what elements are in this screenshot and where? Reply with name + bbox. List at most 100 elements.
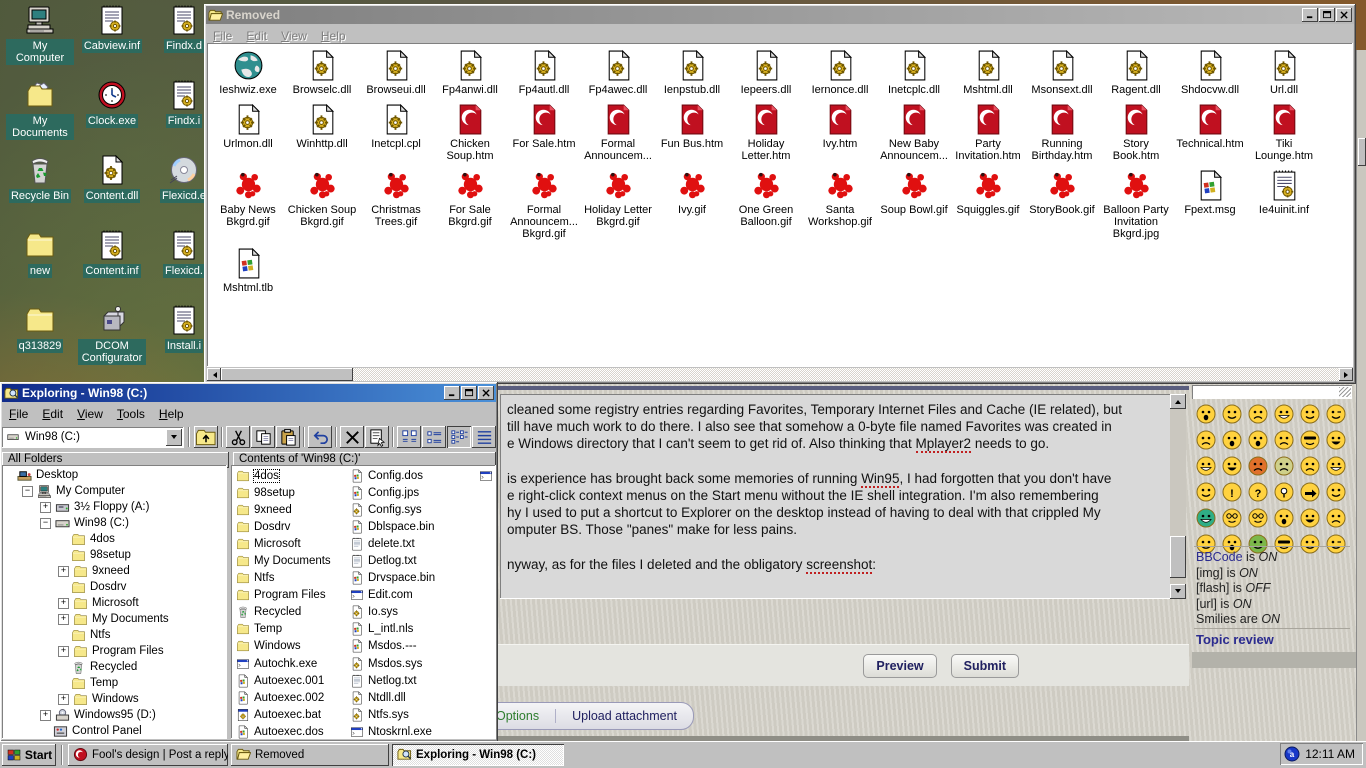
menu-file[interactable]: File (206, 28, 239, 44)
file-icon-item[interactable]: Shdocvw.dll (1173, 49, 1247, 96)
file-icon-item[interactable]: One Green Balloon.gif (729, 169, 803, 240)
list-item[interactable]: W98 (479, 467, 496, 484)
file-icon-item[interactable]: Soup Bowl.gif (877, 169, 951, 240)
scrollbar-thumb[interactable] (1358, 138, 1366, 166)
file-icon-item[interactable]: Holiday Letter Bkgrd.gif (581, 169, 655, 240)
list-item[interactable]: Windows (236, 638, 348, 655)
list-item[interactable]: L_intl.nls (350, 621, 476, 638)
close-button[interactable] (1336, 8, 1352, 22)
smiley-open[interactable] (1196, 404, 1216, 424)
list-item[interactable]: Ntoskrnl.exe (350, 723, 476, 739)
expand-toggle[interactable]: + (58, 694, 69, 705)
tree-item[interactable]: +Windows (2, 691, 227, 707)
desktop-icon[interactable]: My Computer (6, 4, 74, 65)
desktop-icon[interactable]: Cabview.inf (78, 4, 146, 53)
desktop-icon[interactable]: Clock.exe (78, 79, 146, 128)
smiley-smile[interactable] (1300, 534, 1320, 554)
smiley-open[interactable] (1248, 430, 1268, 450)
vlarge-button[interactable] (397, 426, 421, 448)
desktop-icon[interactable]: q313829 (6, 304, 74, 353)
list-item[interactable]: Dosdrv (236, 518, 348, 535)
list-item[interactable]: Config.sys (350, 501, 476, 518)
smiley-laugh[interactable] (1222, 456, 1242, 476)
file-icon-item[interactable]: Ienpstub.dll (655, 49, 729, 96)
start-button[interactable]: Start (2, 744, 56, 766)
scroll-up-button[interactable] (1170, 394, 1186, 409)
desktop-icon[interactable]: Content.dll (78, 154, 146, 203)
list-item[interactable]: Netlog.txt (350, 672, 476, 689)
cut-button[interactable] (226, 426, 250, 448)
task-button[interactable]: Fool's design | Post a reply... (68, 744, 228, 766)
smiley-smile[interactable] (1326, 482, 1346, 502)
list-item[interactable]: Ntfs.sys (350, 706, 476, 723)
file-icon-item[interactable]: Chicken Soup Bkgrd.gif (285, 169, 359, 240)
topic-review-link[interactable]: Topic review (1196, 632, 1274, 647)
file-icon-item[interactable]: Story Book.htm (1099, 103, 1173, 162)
file-icon-item[interactable]: Fun Bus.htm (655, 103, 729, 162)
file-icon-item[interactable]: Inetcplc.dll (877, 49, 951, 96)
file-icon-item[interactable]: Christmas Trees.gif (359, 169, 433, 240)
file-icon-item[interactable]: Holiday Letter.htm (729, 103, 803, 162)
file-icon-item[interactable]: Ieshwiz.exe (211, 49, 285, 96)
smiley-grin[interactable] (1196, 508, 1216, 528)
file-icon-item[interactable]: Baby News Bkgrd.gif (211, 169, 285, 240)
list-item[interactable]: Config.dos (350, 467, 476, 484)
tree-item[interactable]: Control Panel (2, 723, 227, 739)
minimize-button[interactable] (444, 386, 460, 400)
tree-item[interactable]: +3½ Floppy (A:) (2, 499, 227, 515)
message-textarea[interactable]: cleaned some registry entries regarding … (500, 394, 1186, 599)
preview-button[interactable]: Preview (863, 654, 936, 678)
file-icon-item[interactable]: Browselc.dll (285, 49, 359, 96)
tree-item[interactable]: 4dos (2, 531, 227, 547)
list-item[interactable]: Io.sys (350, 604, 476, 621)
file-icon-item[interactable]: Urlmon.dll (211, 103, 285, 162)
tab-upload-attachment[interactable]: Upload attachment (555, 709, 693, 723)
undo-button[interactable] (308, 426, 332, 448)
file-icon-item[interactable]: Mshtml.dll (951, 49, 1025, 96)
file-icon-item[interactable]: Msonsext.dll (1025, 49, 1099, 96)
list-item[interactable]: Autoexec.001 (236, 672, 348, 689)
list-item[interactable]: 9xneed (236, 501, 348, 518)
smiley-frown[interactable] (1248, 456, 1268, 476)
task-button[interactable]: Exploring - Win98 (C:) (392, 744, 564, 766)
expand-toggle[interactable]: + (40, 710, 51, 721)
expand-toggle[interactable]: + (58, 614, 69, 625)
desktop-icon[interactable]: Content.inf (78, 229, 146, 278)
list-item[interactable]: Drvspace.bin (350, 570, 476, 587)
smiley-grin[interactable] (1196, 456, 1216, 476)
scrollbar-track[interactable] (353, 368, 1339, 381)
task-button[interactable]: Removed (231, 744, 389, 766)
file-icon-item[interactable]: StoryBook.gif (1025, 169, 1099, 240)
menu-help[interactable]: Help (314, 28, 353, 44)
expand-toggle[interactable]: + (40, 502, 51, 513)
smiley-frown[interactable] (1274, 456, 1294, 476)
subject-input[interactable] (1192, 385, 1352, 399)
file-icon-item[interactable]: Fp4autl.dll (507, 49, 581, 96)
file-icon-item[interactable]: Running Birthday.htm (1025, 103, 1099, 162)
smiley-glasses[interactable] (1248, 508, 1268, 528)
list-item[interactable]: Edit.com (350, 587, 476, 604)
file-icon-item[interactable]: Ie4uinit.inf (1247, 169, 1321, 240)
list-item[interactable]: Program Files (236, 587, 348, 604)
file-icon-item[interactable]: Party Invitation.htm (951, 103, 1025, 162)
smiley-open[interactable] (1274, 508, 1294, 528)
list-item[interactable]: Dblspace.bin (350, 518, 476, 535)
file-icon-item[interactable]: Winhttp.dll (285, 103, 359, 162)
list-item[interactable]: delete.txt (350, 535, 476, 552)
tree-item[interactable]: Temp (2, 675, 227, 691)
file-icon-item[interactable]: Ivy.htm (803, 103, 877, 162)
list-item[interactable]: 4dos (236, 467, 348, 484)
title-bar[interactable]: Removed (206, 6, 1354, 24)
smiley-excl[interactable]: ! (1222, 482, 1242, 502)
file-icon-item[interactable]: Squiggles.gif (951, 169, 1025, 240)
list-item[interactable]: Ntfs (236, 570, 348, 587)
file-icon-item[interactable]: Ragent.dll (1099, 49, 1173, 96)
menu-edit[interactable]: Edit (35, 406, 70, 422)
tree-item[interactable]: Dosdrv (2, 579, 227, 595)
smiley-grin[interactable] (1274, 404, 1294, 424)
list-item[interactable]: Autochk.exe (236, 655, 348, 672)
tree-item[interactable]: +Microsoft (2, 595, 227, 611)
tree-item[interactable]: Recycled (2, 659, 227, 675)
file-icon-item[interactable]: Balloon Party Invitation Bkgrd.jpg (1099, 169, 1173, 240)
vdetails-button[interactable] (472, 426, 496, 448)
